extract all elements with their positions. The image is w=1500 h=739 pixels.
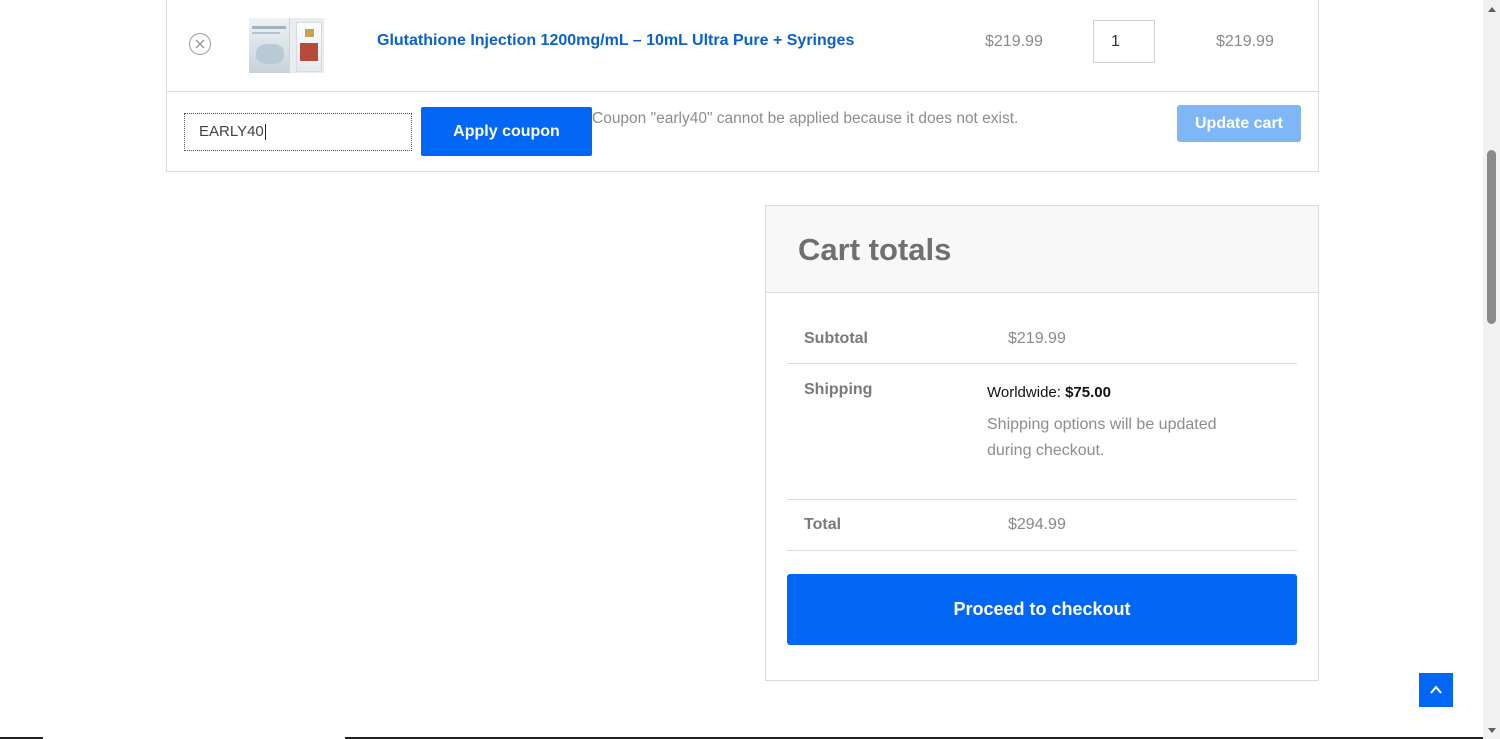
subtotal-row: Subtotal $219.99 [787,293,1297,364]
product-name-link[interactable]: Glutathione Injection 1200mg/mL – 10mL U… [377,32,854,50]
apply-coupon-button[interactable]: Apply coupon [421,107,592,156]
close-icon [195,39,205,49]
cart-page: Glutathione Injection 1200mg/mL – 10mL U… [0,0,1500,739]
subtotal-label: Subtotal [804,330,868,347]
cart-item-row: Glutathione Injection 1200mg/mL – 10mL U… [167,0,1318,92]
update-cart-button[interactable]: Update cart [1177,105,1301,142]
coupon-error-message: Coupon "early40" cannot be applied becau… [592,110,1019,127]
coupon-code-value: EARLY40 [199,123,264,140]
product-thumbnail[interactable] [249,18,324,73]
product-price: $219.99 [985,33,1043,50]
quantity-input[interactable]: 1 [1093,20,1155,63]
cart-totals-panel: Cart totals Subtotal $219.99 Shipping Wo… [765,205,1319,681]
product-subtotal: $219.99 [1216,33,1274,50]
total-row: Total $294.99 [787,500,1297,551]
cart-table: Glutathione Injection 1200mg/mL – 10mL U… [166,0,1319,172]
text-caret [264,124,266,141]
shipping-note: Shipping options will be updated during … [987,416,1217,459]
coupon-code-input[interactable]: EARLY40 [184,113,412,151]
scrollbar-thumb[interactable] [1487,150,1496,324]
remove-item-button[interactable] [189,33,211,55]
cart-totals-title: Cart totals [798,232,952,267]
scroll-up-arrow-icon[interactable] [1483,0,1500,17]
proceed-to-checkout-button[interactable]: Proceed to checkout [787,574,1297,645]
subtotal-value: $219.99 [1008,330,1066,347]
back-to-top-button[interactable] [1419,673,1453,707]
chevron-up-icon [1430,685,1442,694]
page-scrollbar[interactable] [1483,0,1500,739]
total-label: Total [804,516,842,533]
cart-totals-header: Cart totals [766,206,1318,293]
shipping-amount: $75.00 [1065,384,1111,401]
total-value: $294.99 [1008,516,1066,533]
shipping-label: Shipping [804,381,873,398]
scroll-down-arrow-icon[interactable] [1483,722,1500,739]
shipping-method-name: Worldwide: [987,384,1061,401]
shipping-method: Worldwide: $75.00 [987,384,1111,401]
